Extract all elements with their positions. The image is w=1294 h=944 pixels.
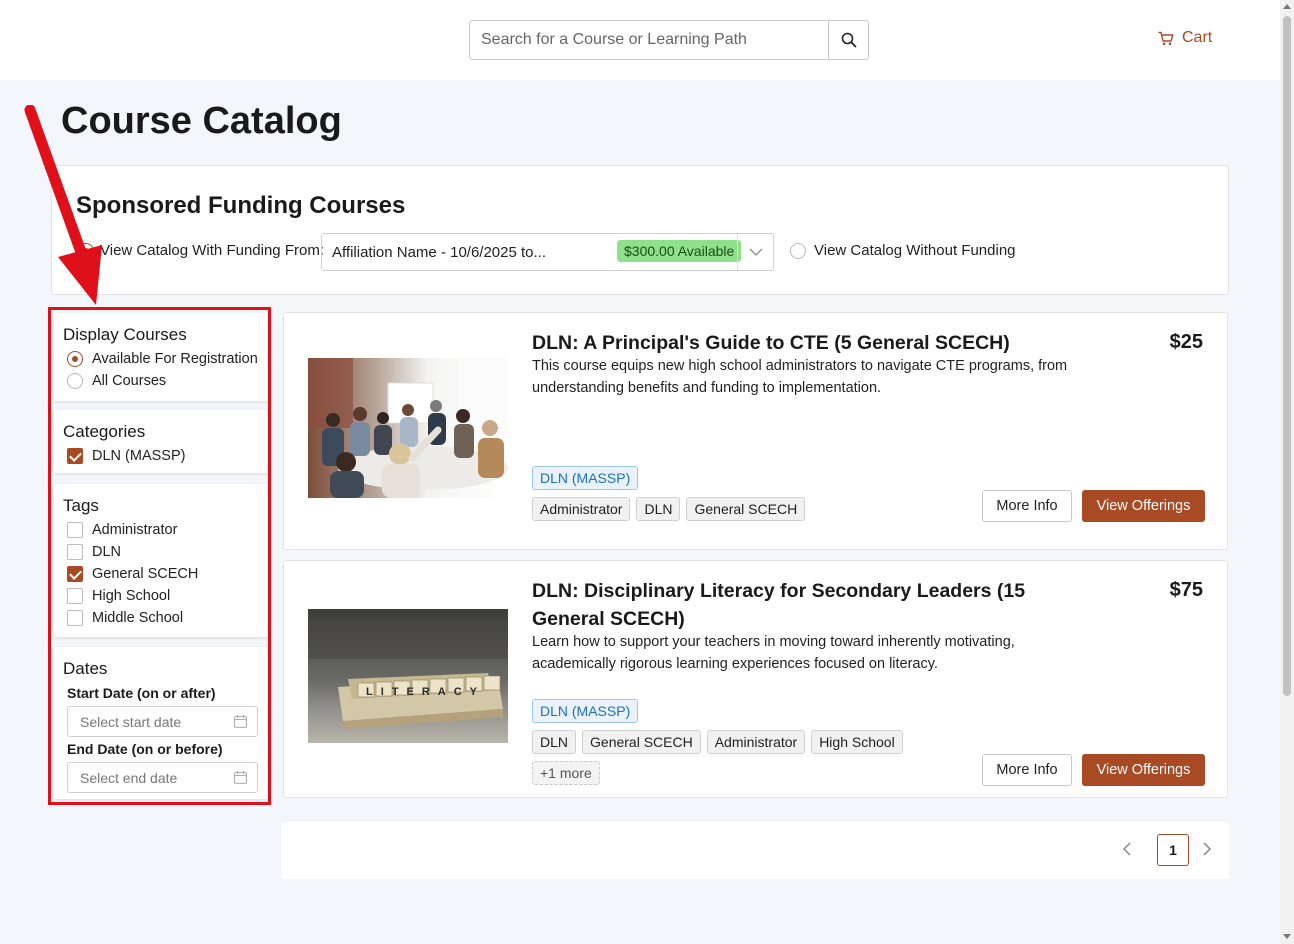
funding-with-label: View Catalog With Funding From:	[100, 242, 324, 259]
funding-without-radio[interactable]	[790, 242, 806, 259]
page-scrollbar[interactable]	[1280, 0, 1294, 944]
display-option-all[interactable]: All Courses	[67, 373, 166, 389]
start-date-input[interactable]: Select start date	[67, 706, 258, 737]
end-date-input[interactable]: Select end date	[67, 762, 258, 793]
course-card: DLN: A Principal's Guide to CTE (5 Gener…	[283, 312, 1228, 550]
tag-label: Middle School	[92, 610, 184, 626]
course-title[interactable]: DLN: A Principal's Guide to CTE (5 Gener…	[532, 329, 1052, 357]
page-number-current[interactable]: 1	[1157, 834, 1189, 866]
funding-without-option[interactable]: View Catalog Without Funding	[790, 242, 1016, 259]
pagination: 1	[282, 822, 1229, 879]
scroll-down-arrow[interactable]	[1283, 934, 1291, 939]
available-radio[interactable]	[67, 351, 83, 367]
start-date-placeholder: Select start date	[80, 713, 182, 730]
funding-title: Sponsored Funding Courses	[76, 192, 406, 219]
course-image-classroom	[308, 358, 508, 498]
cart-icon	[1158, 31, 1174, 45]
dates-title: Dates	[63, 659, 108, 678]
tag-checkbox[interactable]	[67, 522, 83, 538]
top-bar: Cart	[0, 0, 1280, 80]
tag-label: High School	[92, 588, 171, 604]
chevron-left-icon[interactable]	[1122, 841, 1132, 857]
view-offerings-button[interactable]: View Offerings	[1082, 754, 1205, 786]
course-price: $75	[1169, 579, 1203, 601]
tag-item-dln[interactable]: DLN	[67, 544, 121, 560]
categories-section: Categories DLN (MASSP)	[54, 410, 268, 473]
tag-checkbox[interactable]	[67, 588, 83, 604]
course-title[interactable]: DLN: Disciplinary Literacy for Secondary…	[532, 577, 1052, 633]
tag-checkbox[interactable]	[67, 544, 83, 560]
tag-item-general-scech[interactable]: General SCECH	[67, 566, 198, 582]
course-description: Learn how to support your teachers in mo…	[532, 634, 1015, 672]
tag-item-high-school[interactable]: High School	[67, 588, 170, 604]
start-date-label: Start Date (on or after)	[67, 685, 216, 701]
dates-section: Dates Start Date (on or after) Select st…	[54, 647, 268, 799]
display-option-label: Available For Registration	[92, 351, 258, 367]
tag-label: Administrator	[92, 522, 178, 538]
categories-title: Categories	[63, 422, 146, 441]
category-item-dln-massp[interactable]: DLN (MASSP)	[67, 448, 185, 464]
search-button[interactable]	[828, 21, 868, 59]
course-tag: Administrator	[706, 730, 806, 754]
view-offerings-button[interactable]: View Offerings	[1082, 490, 1205, 522]
chevron-down-icon	[737, 234, 773, 270]
course-tag: DLN	[636, 497, 681, 521]
funding-without-label: View Catalog Without Funding	[814, 242, 1016, 259]
tags-title: Tags	[63, 496, 99, 515]
scroll-up-arrow[interactable]	[1283, 4, 1291, 9]
course-card: LITERACY DLN: Disciplinary Literacy for …	[283, 560, 1228, 798]
category-label: DLN (MASSP)	[92, 448, 186, 464]
tag-item-middle-school[interactable]: Middle School	[67, 610, 183, 626]
sponsored-funding-panel: Sponsored Funding Courses View Catalog W…	[51, 165, 1229, 295]
funding-with-option[interactable]: View Catalog With Funding From:	[78, 242, 324, 259]
course-tag: High School	[811, 730, 903, 754]
red-arrow-annotation	[24, 105, 102, 305]
filters-highlight-box: Display Courses Available For Registrati…	[48, 307, 271, 805]
course-tag: General SCECH	[686, 497, 806, 521]
more-tags-button[interactable]: +1 more	[532, 761, 600, 785]
tags-section: Tags Administrator DLN General SCECH Hig…	[54, 484, 268, 637]
tag-label: General SCECH	[92, 566, 199, 582]
cart-link[interactable]: Cart	[1158, 29, 1212, 47]
course-price: $25	[1169, 331, 1203, 353]
course-description: This course equips new high school admin…	[532, 358, 1068, 396]
course-tags: DLN General SCECH Administrator High Sch…	[532, 730, 903, 754]
more-info-button[interactable]: More Info	[982, 754, 1072, 786]
search-box	[469, 20, 869, 60]
course-tag: DLN	[532, 730, 577, 754]
course-category-tag: DLN (MASSP)	[532, 466, 639, 490]
tag-item-administrator[interactable]: Administrator	[67, 522, 177, 538]
course-tag: General SCECH	[582, 730, 701, 754]
category-checkbox[interactable]	[67, 448, 83, 464]
course-image-literacy: LITERACY	[308, 609, 508, 743]
course-tags: Administrator DLN General SCECH	[532, 497, 806, 521]
funding-available-badge: $300.00 Available	[617, 240, 742, 262]
tag-label: DLN	[92, 544, 122, 560]
search-input[interactable]	[470, 21, 828, 59]
tag-checkbox[interactable]	[67, 610, 83, 626]
display-option-available[interactable]: Available For Registration	[67, 351, 258, 367]
display-courses-title: Display Courses	[63, 325, 187, 344]
calendar-icon	[234, 715, 247, 728]
literacy-image-text: LITERACY	[366, 686, 485, 698]
chevron-right-icon[interactable]	[1202, 841, 1212, 857]
funding-source-select[interactable]: Affiliation Name - 10/6/2025 to... $300.…	[321, 233, 774, 271]
cart-label: Cart	[1182, 29, 1213, 46]
course-tag: Administrator	[532, 497, 631, 521]
end-date-label: End Date (on or before)	[67, 741, 223, 757]
course-category-tag: DLN (MASSP)	[532, 699, 639, 723]
tag-checkbox[interactable]	[67, 566, 83, 582]
more-info-button[interactable]: More Info	[982, 490, 1072, 522]
scroll-thumb[interactable]	[1283, 16, 1291, 696]
calendar-icon	[234, 771, 247, 784]
end-date-placeholder: Select end date	[80, 769, 178, 786]
funding-select-value: Affiliation Name - 10/6/2025 to...	[332, 243, 547, 261]
search-icon	[841, 32, 856, 48]
all-courses-radio[interactable]	[67, 373, 83, 389]
display-option-label: All Courses	[92, 373, 167, 389]
display-courses-section: Display Courses Available For Registrati…	[54, 313, 268, 401]
